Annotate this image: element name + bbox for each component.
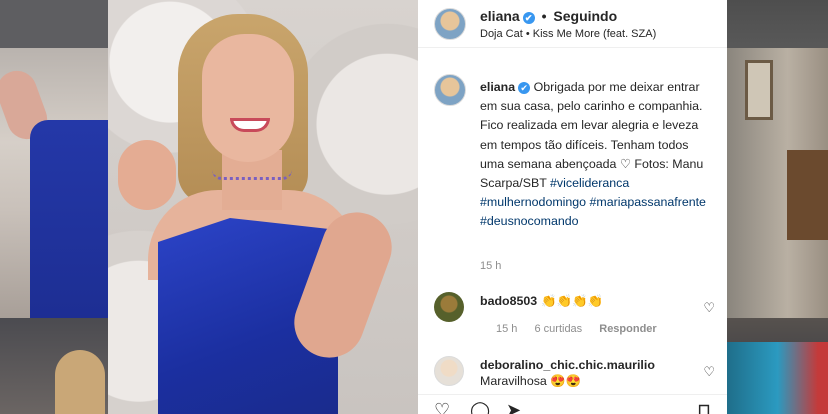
commenter-avatar[interactable] [434, 356, 464, 386]
photo-necklace [212, 170, 292, 180]
comment-meta: 15 h 6 curtidas Responder [496, 323, 671, 335]
post-photo[interactable] [108, 0, 418, 414]
comment-icon[interactable]: ◯ [470, 401, 490, 414]
comment-time: 15 h [496, 323, 518, 335]
comment-like-icon[interactable]: ♡ [703, 364, 715, 380]
hashtag-link[interactable]: #vicelideranca [550, 176, 629, 190]
photo-face [202, 34, 294, 162]
hashtag-link[interactable]: #mariapassanafrente [590, 195, 706, 209]
background-right-photo [727, 0, 828, 414]
author-username[interactable]: eliana [480, 8, 520, 24]
like-icon[interactable]: ♡ [434, 401, 450, 414]
author-avatar[interactable] [434, 8, 466, 40]
author-line: eliana ✔ • Seguindo [480, 8, 617, 24]
comment-likes[interactable]: 6 curtidas [534, 323, 582, 335]
post-side-panel: eliana ✔ • Seguindo Doja Cat • Kiss Me Mo… [418, 0, 727, 414]
caption-timestamp: 15 h [480, 260, 502, 272]
photo-hand [118, 140, 176, 210]
reply-button[interactable]: Responder [599, 323, 656, 335]
music-link[interactable]: Doja Cat • Kiss Me More (feat. SZA) [480, 28, 656, 40]
caption-verified-icon: ✔ [518, 82, 531, 94]
commenter-avatar[interactable] [434, 292, 464, 322]
comment-text: bado8503 👏👏👏👏 [480, 294, 603, 309]
white-heart-emoji: ♡ [619, 156, 631, 171]
verified-icon: ✔ [522, 12, 535, 24]
save-icon[interactable]: ⊓ [697, 401, 711, 414]
commenter-username[interactable]: bado8503 [480, 294, 537, 308]
caption-username[interactable]: eliana [480, 80, 515, 94]
comment-like-icon[interactable]: ♡ [703, 300, 715, 316]
comment-text: deboralino_chic.chic.maurilio [480, 358, 655, 372]
comment-message: Maravilhosa 😍😍 [480, 374, 582, 388]
header-separator: • [541, 8, 547, 24]
share-icon[interactable]: ➤ [506, 401, 521, 414]
caption-text: eliana ✔ Obrigada por me deixar entrar em… [480, 78, 710, 232]
hashtag-link[interactable]: #mulhernodomingo [480, 195, 586, 209]
post-actions-bar: ♡ ◯ ➤ ⊓ [418, 394, 727, 414]
caption-avatar[interactable] [434, 74, 466, 106]
comment-message: 👏👏👏👏 [541, 294, 603, 308]
background-left-photo [0, 0, 108, 414]
post-header: eliana ✔ • Seguindo Doja Cat • Kiss Me Mo… [418, 0, 727, 48]
following-button[interactable]: Seguindo [553, 8, 617, 24]
hashtag-link[interactable]: #deusnocomando [480, 214, 579, 228]
commenter-username[interactable]: deboralino_chic.chic.maurilio [480, 358, 655, 372]
